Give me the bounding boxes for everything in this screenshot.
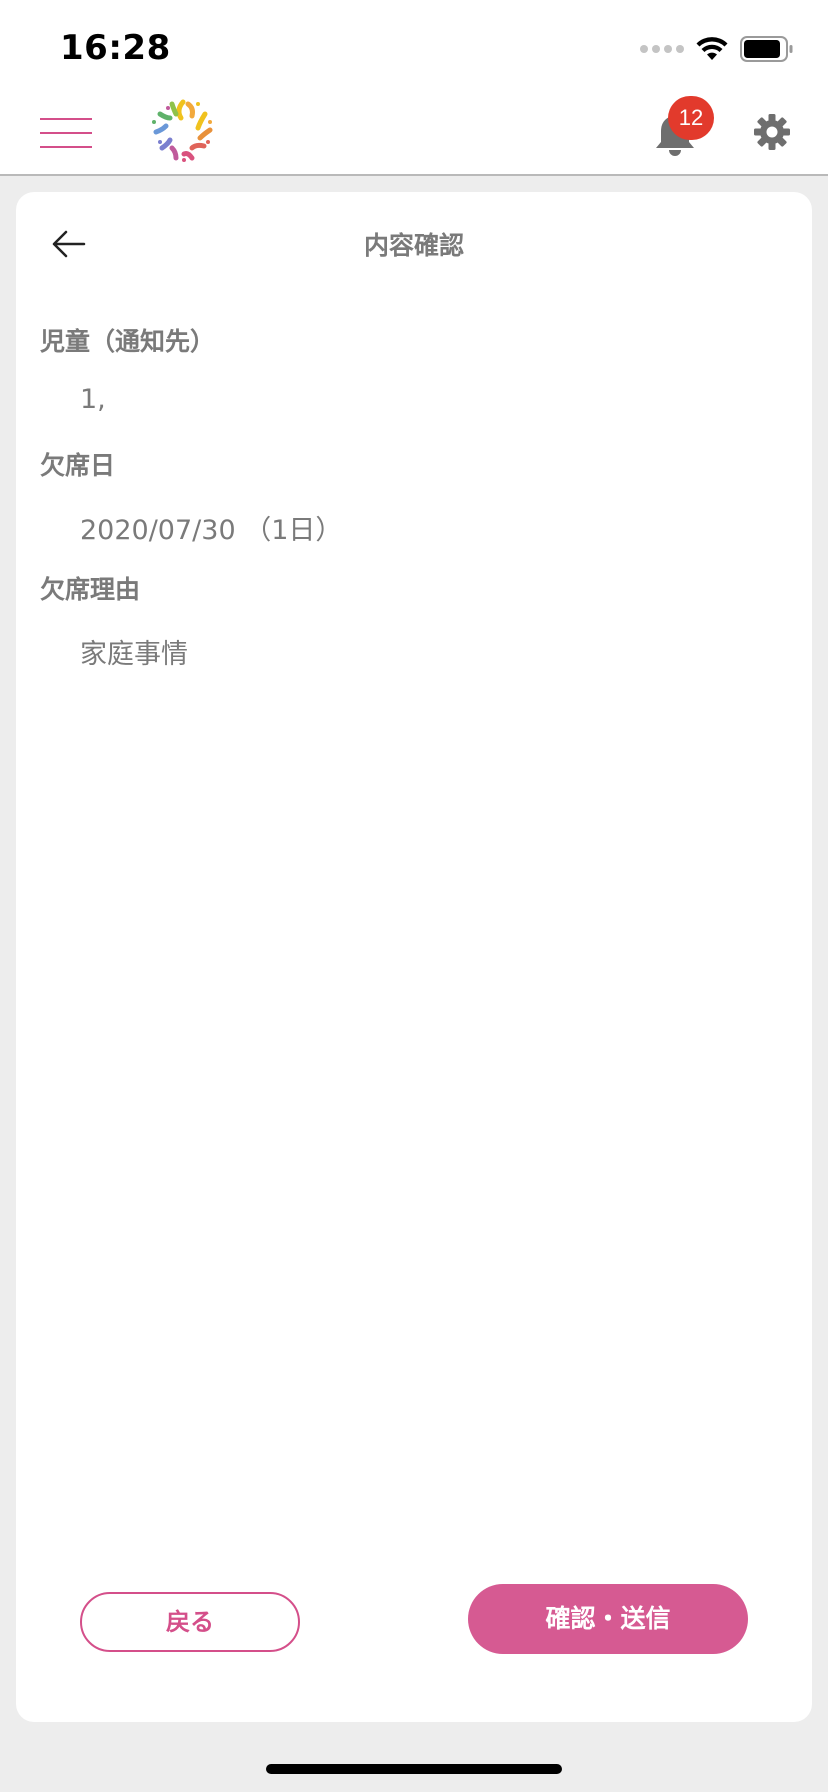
status-icons: [640, 34, 794, 64]
field-label: 欠席理由: [40, 575, 141, 604]
field-child: 児童（通知先） 1,: [40, 322, 215, 415]
wifi-icon: [696, 37, 728, 60]
status-bar: 16:28: [0, 0, 828, 88]
confirmation-card: 内容確認 児童（通知先） 1, 欠席日 2020/07/30 （1日） 欠席理由…: [16, 192, 812, 1722]
field-label: 欠席日: [40, 451, 116, 480]
gear-icon[interactable]: [752, 112, 792, 152]
hamburger-menu-button[interactable]: [40, 112, 92, 150]
app-header: 12: [0, 88, 828, 176]
cellular-signal-icon: [640, 45, 684, 53]
home-indicator: [266, 1764, 562, 1774]
field-value: 2020/07/30 （1日）: [80, 515, 343, 546]
field-value: 家庭事情: [80, 639, 188, 670]
notification-count-badge: 12: [668, 96, 714, 140]
field-label: 児童（通知先）: [40, 327, 216, 356]
back-button[interactable]: 戻る: [80, 1592, 300, 1652]
flower-logo-icon: [152, 99, 213, 162]
status-time: 16:28: [60, 28, 171, 68]
page-title: 内容確認: [363, 231, 464, 260]
confirm-send-button[interactable]: 確認・送信: [468, 1584, 748, 1654]
field-absence-reason: 欠席理由 家庭事情: [40, 570, 188, 671]
field-absence-date: 欠席日 2020/07/30 （1日）: [40, 446, 342, 547]
field-value: 1,: [80, 384, 106, 415]
battery-icon: [740, 36, 793, 62]
